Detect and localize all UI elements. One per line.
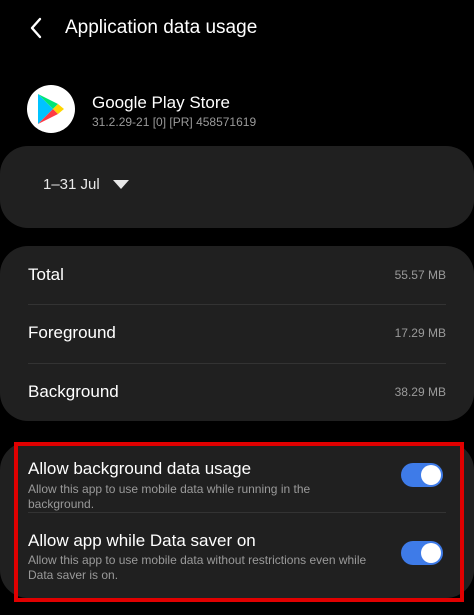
- usage-label: Background: [28, 382, 119, 401]
- google-play-store-icon: [27, 85, 75, 133]
- date-range-label: 1–31 Jul: [43, 176, 100, 193]
- data-saver-toggle[interactable]: [401, 541, 443, 565]
- date-range-card: 1–31 Jul: [0, 146, 474, 228]
- usage-value: 38.29 MB: [394, 385, 446, 399]
- top-app-bar: Application data usage: [0, 0, 474, 56]
- back-button[interactable]: [22, 14, 50, 42]
- app-info: Google Play Store 31.2.29-21 [0] [PR] 45…: [0, 80, 474, 140]
- setting-description: Allow this app to use mobile data while …: [28, 482, 311, 511]
- usage-value: 17.29 MB: [394, 326, 446, 340]
- usage-row-total: Total 55.57 MB: [0, 246, 474, 304]
- data-settings-card: Allow background data usage Allow this a…: [0, 442, 474, 598]
- usage-value: 55.57 MB: [394, 268, 446, 282]
- toggle-knob: [421, 465, 441, 485]
- app-version: 31.2.29-21 [0] [PR] 458571619: [92, 115, 257, 129]
- date-range-dropdown[interactable]: 1–31 Jul: [43, 176, 129, 193]
- toggle-knob: [421, 543, 441, 563]
- background-data-setting[interactable]: Allow background data usage Allow this a…: [0, 442, 474, 512]
- setting-title: Allow background data usage: [28, 459, 252, 478]
- usage-row-background: Background 38.29 MB: [0, 363, 474, 421]
- data-saver-setting[interactable]: Allow app while Data saver on Allow this…: [0, 512, 474, 598]
- usage-summary-card: Total 55.57 MB Foreground 17.29 MB Backg…: [0, 246, 474, 421]
- usage-label: Foreground: [28, 323, 116, 342]
- usage-label: Total: [28, 265, 64, 284]
- usage-row-foreground: Foreground 17.29 MB: [0, 304, 474, 362]
- setting-description: Allow this app to use mobile data withou…: [28, 553, 367, 582]
- page-title: Application data usage: [65, 17, 258, 38]
- background-data-toggle[interactable]: [401, 463, 443, 487]
- app-name: Google Play Store: [92, 93, 230, 112]
- chevron-left-icon: [30, 17, 42, 39]
- setting-title: Allow app while Data saver on: [28, 531, 256, 550]
- triangle-down-icon: [112, 180, 129, 189]
